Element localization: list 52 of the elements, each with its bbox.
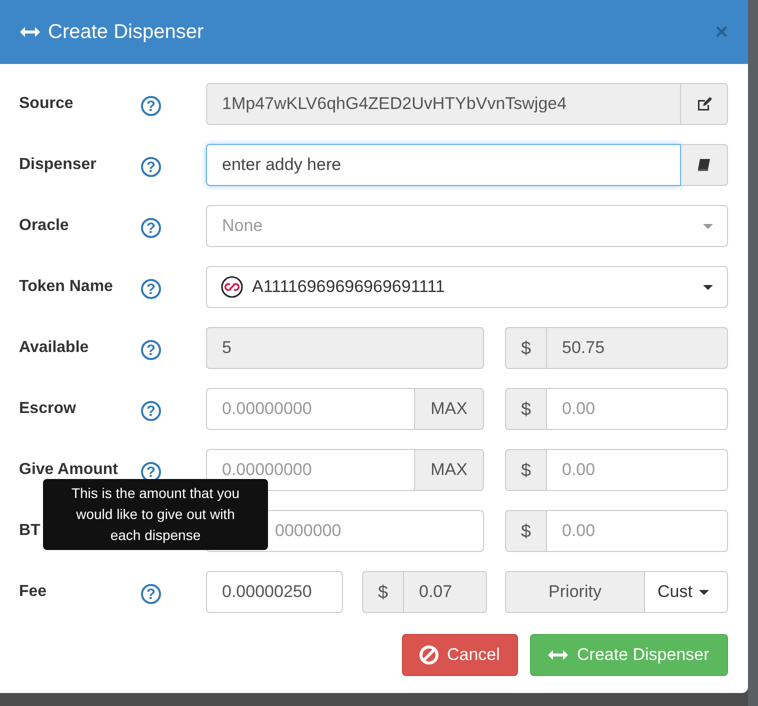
help-icon[interactable]: ? [141, 401, 161, 421]
currency-addon: $ [505, 449, 546, 491]
cancel-button[interactable]: Cancel [402, 634, 518, 676]
usd-field[interactable]: 0.00 [546, 510, 728, 552]
max-button[interactable]: MAX [415, 388, 484, 430]
edit-icon [696, 97, 712, 111]
field-label: Token Name [19, 278, 113, 296]
help-icon[interactable]: ? [141, 584, 161, 604]
field-label: Give Amount [19, 461, 118, 479]
field-label: BT [19, 522, 40, 540]
field-label: Dispenser [19, 156, 96, 174]
oracle-select[interactable]: None [206, 205, 728, 247]
field-label: Oracle [19, 217, 69, 235]
help-icon[interactable]: ? [141, 96, 161, 116]
field-label: Fee [19, 583, 47, 601]
address-book-button[interactable] [681, 144, 728, 186]
tooltip: This is the amount that you would like to give out with each dispense [43, 479, 268, 550]
help-icon[interactable]: ? [141, 279, 161, 299]
create-button[interactable]: Create Dispenser [530, 634, 728, 676]
amount-field[interactable]: 0.00000000 [206, 388, 415, 430]
double-arrow-icon [20, 27, 40, 37]
amount-field[interactable]: 5 [206, 327, 484, 369]
help-icon[interactable]: ? [141, 218, 161, 238]
speed-dropdown[interactable]: Cust [644, 571, 728, 613]
double-arrow-icon [547, 650, 569, 660]
field-label: Source [19, 95, 74, 113]
fee-field[interactable]: 0.00000250 [206, 571, 343, 613]
modal-title: Create Dispenser [48, 20, 205, 44]
caret-icon [703, 284, 713, 290]
max-button[interactable]: MAX [415, 449, 484, 491]
caret-icon [699, 590, 709, 594]
currency-addon: $ [505, 510, 546, 552]
book-icon [697, 158, 711, 172]
caret-icon [703, 224, 713, 228]
field-label: Escrow [19, 400, 76, 418]
currency-addon: $ [362, 571, 403, 613]
currency-addon: $ [505, 327, 546, 369]
edit-button[interactable] [681, 83, 728, 125]
text-field[interactable]: 1Mp47wKLV6qhG4ZED2UvHTYbVvnTswjge4 [206, 83, 681, 125]
usd-field[interactable]: 0.00 [546, 388, 728, 430]
help-icon[interactable]: ? [141, 157, 161, 177]
help-icon[interactable]: ? [141, 340, 161, 360]
text-field[interactable]: enter addy here [206, 144, 681, 186]
usd-field[interactable]: 50.75 [546, 327, 728, 369]
usd-field[interactable]: 0.00 [546, 449, 728, 491]
priority-addon: Priority [505, 571, 644, 613]
ban-icon [419, 645, 439, 665]
token-select[interactable]: A11116969696969691111 [206, 266, 728, 308]
field-label: Available [19, 339, 89, 357]
token-icon [221, 276, 243, 298]
currency-addon: $ [505, 388, 546, 430]
usd-field[interactable]: 0.07 [403, 571, 487, 613]
